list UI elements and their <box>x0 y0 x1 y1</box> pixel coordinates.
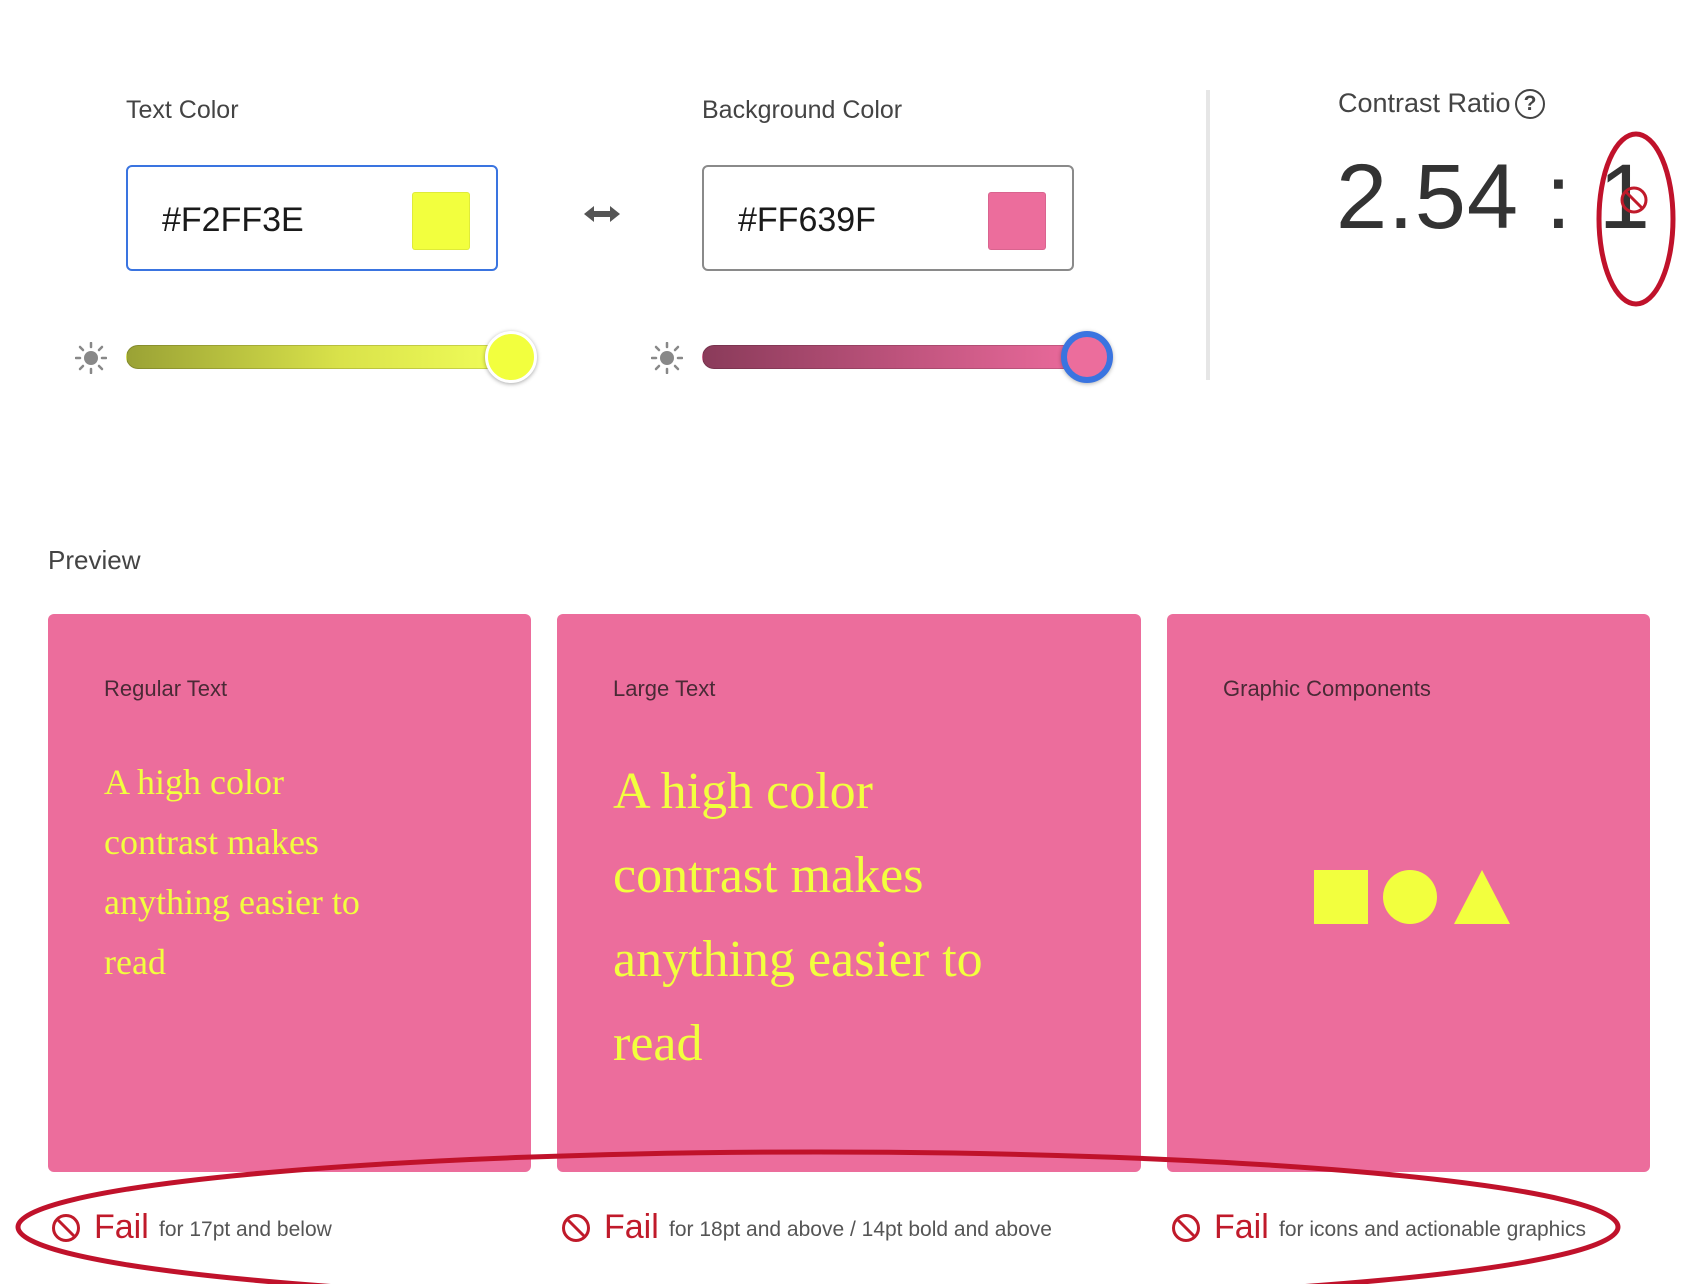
large-text-sample: A high color contrast makes anything eas… <box>613 750 983 1086</box>
result-description: for 17pt and below <box>159 1218 332 1241</box>
card-title: Graphic Components <box>1223 676 1431 701</box>
graphic-components-card: Graphic Components <box>1167 614 1650 1172</box>
large-text-card: Large Text A high color contrast makes a… <box>557 614 1141 1172</box>
text-color-slider-thumb[interactable] <box>485 331 537 383</box>
sample-line: contrast makes <box>613 847 924 904</box>
background-color-input[interactable]: #FF639F <box>702 165 1074 271</box>
text-color-input[interactable]: #F2FF3E <box>126 165 498 271</box>
preview-title: Preview <box>48 545 141 575</box>
card-title: Regular Text <box>104 676 228 701</box>
prohibited-icon <box>52 1214 80 1242</box>
text-color-swatch[interactable] <box>412 192 470 250</box>
sample-line: A high color <box>613 763 873 820</box>
question-circle-icon[interactable]: ? <box>1515 89 1545 119</box>
brightness-icon <box>75 342 107 374</box>
sample-line: contrast makes <box>104 822 319 862</box>
square-shape <box>1314 870 1368 924</box>
triangle-shape <box>1454 870 1510 924</box>
prohibited-icon <box>1172 1214 1200 1242</box>
sample-line: read <box>104 942 166 982</box>
regular-text-sample: A high color contrast makes anything eas… <box>104 752 360 992</box>
sample-line: anything easier to <box>104 882 360 922</box>
text-color-brightness-slider[interactable] <box>126 345 516 369</box>
fail-status: Fail <box>1214 1208 1269 1246</box>
result-description: for 18pt and above / 14pt bold and above <box>669 1218 1052 1241</box>
sample-line: read <box>613 1015 703 1072</box>
regular-text-card: Regular Text A high color contrast makes… <box>48 614 531 1172</box>
fail-status: Fail <box>604 1208 659 1246</box>
card-title: Large Text <box>613 676 716 701</box>
contrast-ratio-value: 2.54 : 1 <box>1336 146 1651 248</box>
prohibited-icon <box>1620 186 1648 214</box>
fail-status: Fail <box>94 1208 149 1246</box>
background-color-value: #FF639F <box>738 201 876 239</box>
prohibited-icon <box>562 1214 590 1242</box>
contrast-ratio-title: Contrast Ratio <box>1338 88 1511 118</box>
background-color-swatch[interactable] <box>988 192 1046 250</box>
background-color-slider-thumb[interactable] <box>1061 331 1113 383</box>
background-color-brightness-slider[interactable] <box>702 345 1092 369</box>
result-description: for icons and actionable graphics <box>1279 1218 1587 1241</box>
swap-colors-icon[interactable] <box>582 203 622 225</box>
sample-line: anything easier to <box>613 931 983 988</box>
background-color-label: Background Color <box>702 96 903 124</box>
circle-shape <box>1383 870 1437 924</box>
sample-line: A high color <box>104 762 284 802</box>
brightness-icon <box>651 342 683 374</box>
section-divider <box>1206 90 1210 380</box>
text-color-value: #F2FF3E <box>162 201 304 239</box>
graphic-shapes <box>1314 870 1510 924</box>
text-color-label: Text Color <box>126 96 239 124</box>
